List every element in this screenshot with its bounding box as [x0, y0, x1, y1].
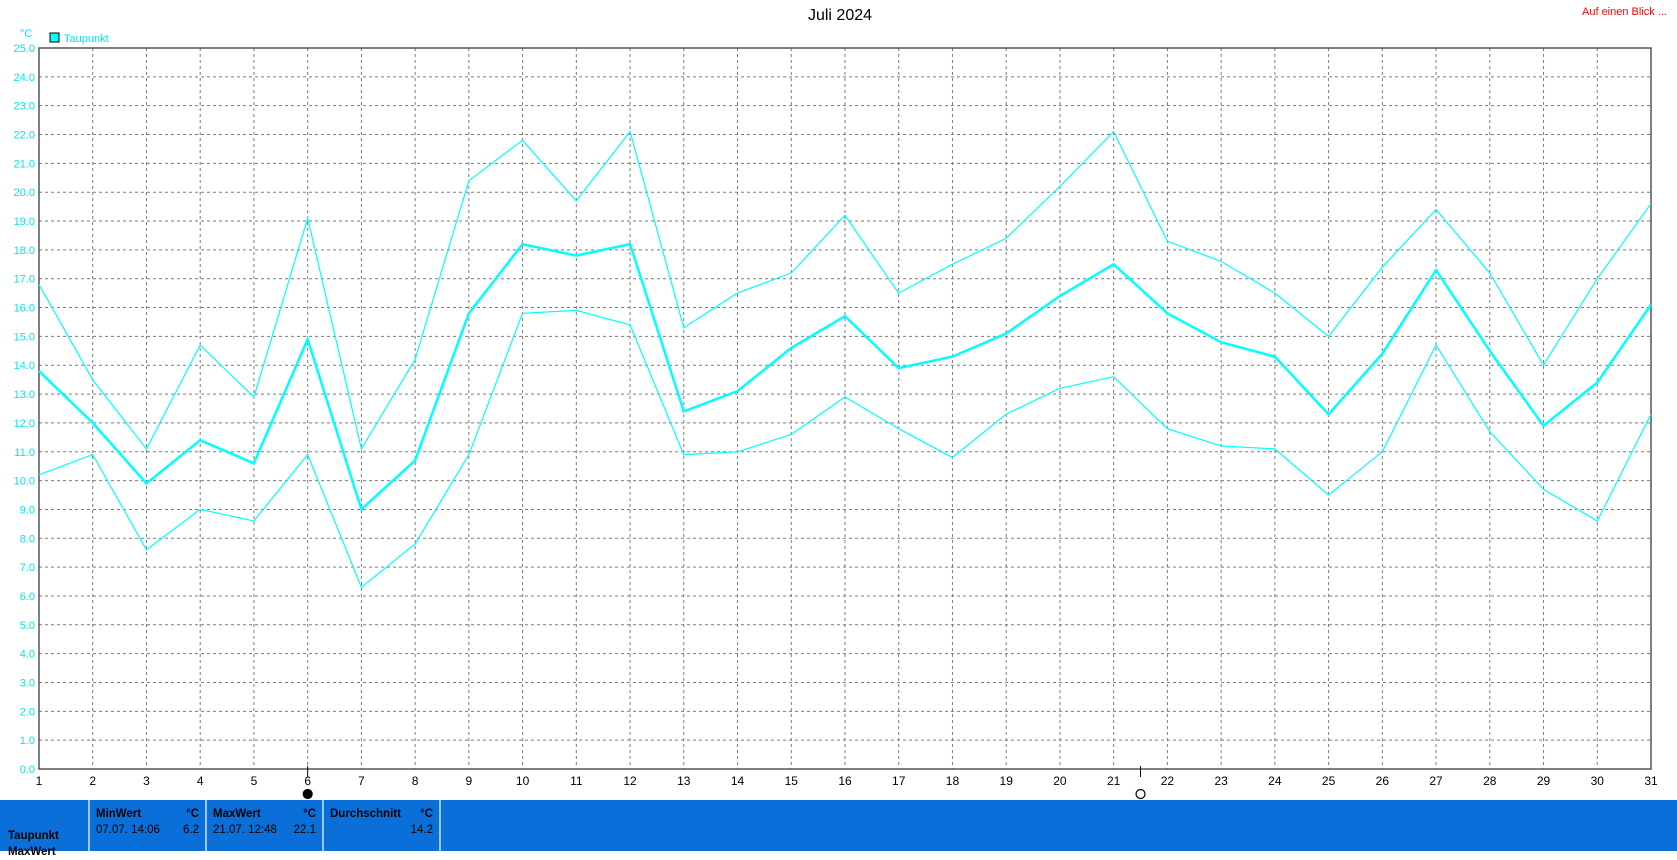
x-tick-label: 5	[251, 774, 258, 788]
y-tick-label: 14.0	[14, 360, 35, 372]
y-tick-label: 22.0	[14, 130, 35, 142]
x-tick-label: 23	[1214, 774, 1228, 788]
y-tick-label: 4.0	[20, 649, 35, 661]
markers	[302, 766, 1146, 800]
y-axis-unit: °C	[20, 28, 32, 40]
min-marker	[302, 788, 313, 800]
grid	[39, 48, 1651, 769]
x-tick-label: 1	[36, 774, 43, 788]
x-tick-label: 29	[1537, 774, 1551, 788]
y-tick-label: 15.0	[14, 331, 35, 343]
overview-link[interactable]: Auf einen Blick ...	[1582, 6, 1667, 18]
x-tick-label: 28	[1483, 774, 1497, 788]
stat-max: MaxWert °C 21.07. 12:48 22.1	[205, 800, 322, 851]
x-tick-label: 20	[1053, 774, 1067, 788]
max-marker	[1135, 788, 1146, 800]
y-tick-label: 25.0	[14, 43, 35, 55]
chart-title: Juli 2024	[808, 7, 872, 24]
y-tick-label: 10.0	[14, 476, 35, 488]
x-tick-label: 15	[785, 774, 799, 788]
stat-max-date: 21.07. 12:48	[213, 824, 277, 836]
stat-min-header: MinWert	[96, 808, 142, 820]
x-tick-label: 13	[677, 774, 691, 788]
x-tick-label: 25	[1322, 774, 1336, 788]
stat-max-header: MaxWert	[213, 808, 261, 820]
y-tick-label: 13.0	[14, 389, 35, 401]
x-tick-label: 7	[358, 774, 365, 788]
x-tick-label: 4	[197, 774, 204, 788]
stat-avg-header: Durchschnitt	[330, 808, 401, 820]
x-tick-label: 22	[1161, 774, 1175, 788]
stat-min-value: 6.2	[183, 824, 199, 836]
x-tick-label: 3	[143, 774, 150, 788]
x-tick-label: 19	[1000, 774, 1014, 788]
y-tick-label: 1.0	[20, 735, 35, 747]
stat-min-unit: °C	[186, 808, 199, 820]
x-tick-label: 24	[1268, 774, 1282, 788]
x-tick-label: 18	[946, 774, 960, 788]
y-tick-label: 19.0	[14, 216, 35, 228]
x-tick-label: 9	[466, 774, 473, 788]
y-tick-label: 21.0	[14, 158, 35, 170]
stats-bar: Taupunkt MaxWert MinWert °C 07.07. 14:06…	[0, 800, 1677, 858]
x-tick-label: 11	[570, 774, 583, 788]
y-tick-label: 3.0	[20, 677, 35, 689]
y-tick-label: 11.0	[14, 447, 35, 459]
stats-row-labels: Taupunkt MaxWert	[8, 828, 59, 860]
y-tick-label: 9.0	[20, 504, 35, 516]
stats-row-label-max: MaxWert	[8, 846, 56, 858]
series-line-min	[38, 309, 1652, 589]
x-tick-label: 10	[516, 774, 530, 788]
stat-min-date: 07.07. 14:06	[96, 824, 160, 836]
stat-max-value: 22.1	[293, 824, 316, 836]
y-tick-label: 20.0	[14, 187, 35, 199]
x-tick-label: 8	[412, 774, 419, 788]
legend-label: Taupunkt	[64, 33, 109, 45]
y-tick-label: 0.0	[20, 764, 35, 776]
y-tick-label: 23.0	[14, 101, 35, 113]
x-tick-label: 30	[1591, 774, 1605, 788]
y-tick-label: 5.0	[20, 620, 35, 632]
x-tick-label: 27	[1429, 774, 1443, 788]
stat-avg-value: 14.2	[410, 824, 433, 836]
x-tick-label: 26	[1376, 774, 1390, 788]
legend-swatch	[49, 32, 60, 43]
stat-min: MinWert °C 07.07. 14:06 6.2	[88, 800, 205, 851]
y-tick-label: 24.0	[14, 72, 35, 84]
x-tick-label: 31	[1644, 774, 1658, 788]
y-tick-label: 7.0	[20, 562, 35, 574]
stats-row-label-dewpoint: Taupunkt	[8, 830, 59, 842]
dewpoint-chart: Juli 2024 °C Taupunkt 0.0 1.0 2.0 3.0 4.0 5.0…	[14, 7, 1658, 800]
x-tick-label: 17	[892, 774, 906, 788]
stat-avg: Durchschnitt °C 14.2	[322, 800, 441, 851]
x-tick-label: 21	[1107, 774, 1121, 788]
stat-max-unit: °C	[303, 808, 316, 820]
y-tick-label: 17.0	[14, 274, 35, 286]
axes: 0.01.02.03.04.05.06.07.08.09.010.011.012…	[14, 43, 1658, 788]
x-tick-label: 12	[623, 774, 637, 788]
y-tick-label: 8.0	[20, 533, 35, 545]
y-tick-label: 12.0	[14, 418, 35, 430]
y-tick-label: 18.0	[14, 245, 35, 257]
y-tick-label: 16.0	[14, 303, 35, 315]
x-tick-label: 14	[731, 774, 745, 788]
x-tick-label: 16	[838, 774, 852, 788]
stat-avg-unit: °C	[420, 808, 433, 820]
y-tick-label: 6.0	[20, 591, 35, 603]
y-tick-label: 2.0	[20, 706, 35, 718]
x-tick-label: 2	[89, 774, 96, 788]
